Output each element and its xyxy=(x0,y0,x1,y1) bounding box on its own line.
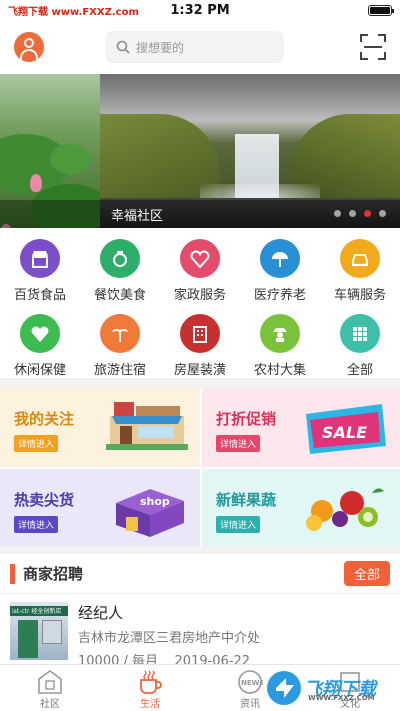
promo-detail-tag[interactable]: 详情进入 xyxy=(216,516,261,533)
promo-grid: 我的关注 详情进入 打折促销 详情进入 SALE 热卖尖货 详情进入 shop xyxy=(0,388,400,546)
tab-label: 社区 xyxy=(40,699,60,710)
pagination-dot[interactable] xyxy=(364,210,371,217)
pagination-dot[interactable] xyxy=(334,210,341,217)
shop-box-icon: shop xyxy=(116,489,184,537)
category-label: 全部 xyxy=(346,363,373,378)
dining-icon xyxy=(100,239,140,278)
search-icon xyxy=(116,40,130,54)
pagination-dot[interactable] xyxy=(379,210,386,217)
category-label: 家政服务 xyxy=(173,288,226,303)
promo-fresh-produce[interactable]: 新鲜果蔬 详情进入 xyxy=(202,469,400,546)
shop-text: shop xyxy=(140,495,170,508)
banner-carousel[interactable]: 幸福社区 xyxy=(0,74,400,228)
section-header: 商家招聘 全部 xyxy=(0,554,400,594)
news-icon: NEWS xyxy=(238,670,263,694)
category-item[interactable]: 全部 xyxy=(320,303,400,378)
pagination-dot[interactable] xyxy=(349,210,356,217)
category-item[interactable]: 医疗养老 xyxy=(240,228,320,303)
category-label: 农村大集 xyxy=(253,363,306,378)
job-address: 吉林市龙潭区三君房地产中介处 xyxy=(78,631,261,646)
section-title: 商家招聘 xyxy=(23,565,84,583)
health-heart-icon xyxy=(20,314,60,353)
heart-care-icon xyxy=(180,239,220,278)
job-title: 经纪人 xyxy=(78,604,124,622)
category-item[interactable]: 家政服务 xyxy=(160,228,240,303)
grid-icon xyxy=(340,314,380,353)
search-input[interactable]: 搜想要的 xyxy=(106,31,284,63)
promo-detail-tag[interactable]: 详情进入 xyxy=(14,516,59,533)
status-bar: 飞翔下载 www.FXXZ.com 1:32 PM xyxy=(0,0,400,20)
store-icon xyxy=(20,239,60,278)
medical-umbrella-icon xyxy=(260,239,300,278)
shop-icon xyxy=(106,402,188,450)
battery-icon xyxy=(368,4,394,16)
category-label: 房屋装潢 xyxy=(173,363,226,378)
search-placeholder: 搜想要的 xyxy=(136,40,185,55)
top-header: 搜想要的 xyxy=(0,20,400,74)
watermark-logo: 飞翔下载 WWW.FXXZ.COM xyxy=(264,664,394,711)
promo-detail-tag[interactable]: 详情进入 xyxy=(14,435,59,452)
watermark-sub: WWW.FXXZ.COM xyxy=(308,694,375,702)
view-all-button[interactable]: 全部 xyxy=(343,561,390,586)
clock-time: 1:32 PM xyxy=(170,2,230,18)
banner-pagination xyxy=(334,210,386,217)
category-item[interactable]: 房屋装潢 xyxy=(160,303,240,378)
coffee-icon xyxy=(140,670,162,694)
community-icon xyxy=(38,670,62,694)
shop-sign: ist-ctr 经全创新店 xyxy=(10,606,68,616)
user-avatar-icon[interactable] xyxy=(14,32,44,62)
category-item[interactable]: 休闲保健 xyxy=(0,303,80,378)
promo-discount[interactable]: 打折促销 详情进入 SALE xyxy=(202,388,400,467)
news-text: NEWS xyxy=(241,679,263,687)
section-accent-bar xyxy=(10,563,15,584)
promo-detail-tag[interactable]: 详情进入 xyxy=(216,435,261,452)
category-label: 百货食品 xyxy=(13,288,66,303)
building-icon xyxy=(180,314,220,353)
sale-text: SALE xyxy=(322,423,367,442)
category-label: 餐饮美食 xyxy=(93,288,146,303)
category-label: 医疗养老 xyxy=(253,288,306,303)
tab-life[interactable]: 生活 xyxy=(100,665,200,711)
fruits-icon xyxy=(306,488,384,531)
category-item[interactable]: 车辆服务 xyxy=(320,228,400,303)
category-item[interactable]: 农村大集 xyxy=(240,303,320,378)
tab-community[interactable]: 社区 xyxy=(0,665,100,711)
scan-icon[interactable] xyxy=(360,34,386,60)
category-grid: 百货食品 餐饮美食 家政服务 医疗养老 车辆服务休闲保健 旅游住宿 房屋装潢 农村大集 全部 xyxy=(0,228,400,378)
palm-tree-icon xyxy=(100,314,140,353)
car-icon xyxy=(340,239,380,278)
farmer-icon xyxy=(260,314,300,353)
category-item[interactable]: 餐饮美食 xyxy=(80,228,160,303)
category-item[interactable]: 旅游住宿 xyxy=(80,303,160,378)
sale-banner-icon: SALE xyxy=(306,404,386,454)
category-label: 旅游住宿 xyxy=(93,363,146,378)
tab-label: 资讯 xyxy=(240,699,260,710)
category-item[interactable]: 百货食品 xyxy=(0,228,80,303)
category-label: 车辆服务 xyxy=(333,288,386,303)
merchant-recruitment-section: 商家招聘 全部 ist-ctr 经全创新店 经纪人 吉林市龙潭区三君房地产中介处… xyxy=(0,554,400,669)
promo-my-follow[interactable]: 我的关注 详情进入 xyxy=(0,388,200,467)
tab-label: 生活 xyxy=(140,699,160,710)
job-thumbnail: ist-ctr 经全创新店 xyxy=(10,602,68,660)
promo-hot-items[interactable]: 热卖尖货 详情进入 shop xyxy=(0,469,200,546)
watermark-icon xyxy=(267,670,301,705)
category-label: 休闲保健 xyxy=(13,363,66,378)
